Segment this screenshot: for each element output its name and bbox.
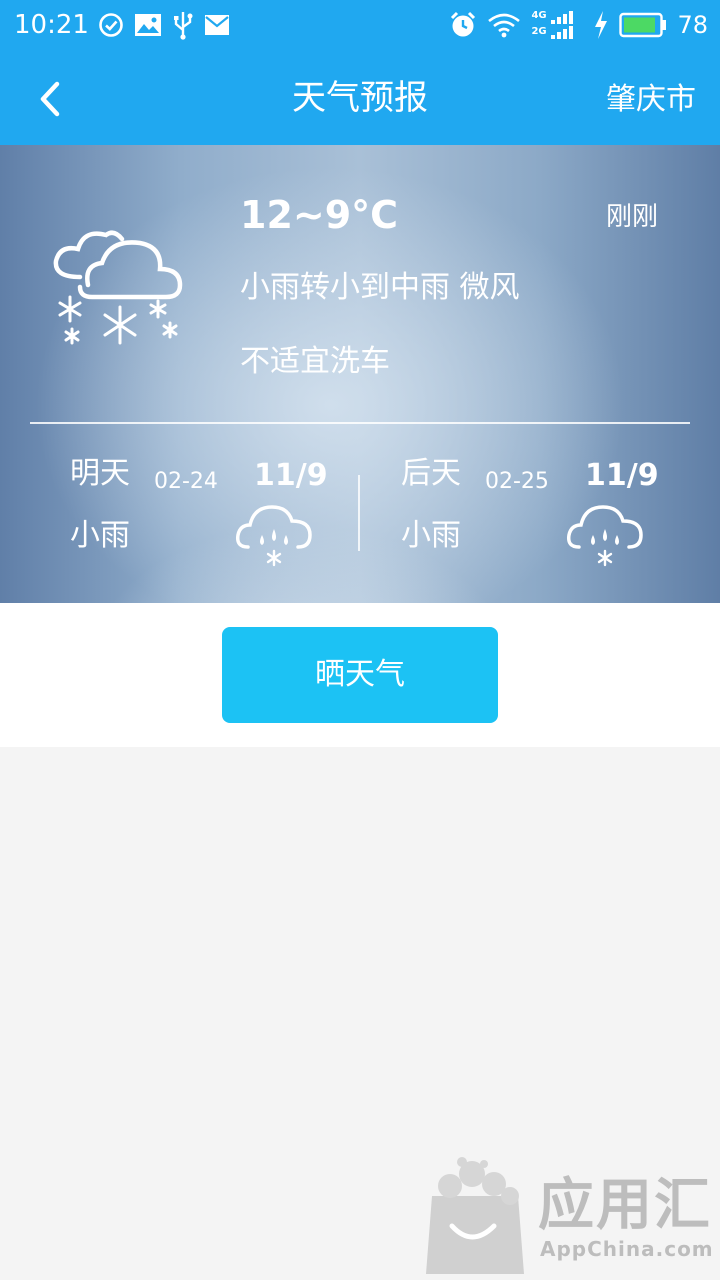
charging-icon — [595, 11, 608, 39]
watermark-subtext: AppChina.com — [540, 1237, 714, 1261]
image-icon — [135, 14, 161, 36]
status-bar: 10:21 4G 2G 78 — [0, 0, 720, 50]
car-wash-advice: 不适宜洗车 — [240, 344, 390, 379]
status-icons-right: 4G 2G 78 — [449, 8, 708, 42]
status-icons-left — [98, 10, 230, 40]
signal-icon — [551, 11, 574, 39]
watermark-text: 应用汇 — [538, 1173, 712, 1238]
status-time: 10:21 — [14, 10, 89, 40]
forecast-date: 02-24 — [154, 469, 218, 494]
forecast-temp: 11/9 — [254, 458, 328, 493]
cloud-rain-snow-icon — [566, 505, 643, 567]
appchina-logo-icon — [426, 1157, 524, 1274]
share-weather-button[interactable]: 晒天气 — [222, 627, 498, 723]
signal-indicator: 4G 2G — [531, 10, 583, 40]
forecast-date: 02-25 — [485, 469, 549, 494]
cloud-rain-snow-icon — [235, 505, 312, 567]
network-label-bottom: 2G — [531, 26, 547, 37]
mail-icon — [205, 15, 229, 35]
usb-icon — [174, 12, 193, 40]
cloud-snow-icon — [53, 230, 183, 345]
forecast-divider — [358, 475, 360, 551]
forecast-temp: 11/9 — [585, 458, 659, 493]
check-circle-icon — [99, 13, 123, 37]
alarm-icon — [451, 11, 476, 37]
temperature-range: 12~9°C — [240, 193, 399, 237]
battery-icon — [619, 12, 667, 38]
battery-level: 78 — [677, 11, 708, 39]
wifi-icon — [488, 13, 521, 38]
forecast-day-label: 明天 — [70, 456, 130, 491]
network-label-top: 4G — [531, 10, 547, 21]
weather-card: 12~9°C 刚刚 小雨转小到中雨 微风 不适宜洗车 明天 02-24 11/9… — [0, 145, 720, 603]
divider — [30, 422, 690, 424]
forecast-condition: 小雨 — [70, 518, 130, 553]
forecast-condition: 小雨 — [401, 518, 461, 553]
title-bar: 天气预报 肇庆市 — [0, 50, 720, 145]
weather-condition: 小雨转小到中雨 微风 — [240, 270, 520, 305]
forecast-day-label: 后天 — [401, 456, 461, 491]
action-area: 晒天气 — [0, 603, 720, 747]
update-time: 刚刚 — [605, 202, 658, 232]
appchina-watermark: 应用汇 AppChina.com — [420, 1156, 720, 1280]
city-selector[interactable]: 肇庆市 — [606, 80, 696, 120]
